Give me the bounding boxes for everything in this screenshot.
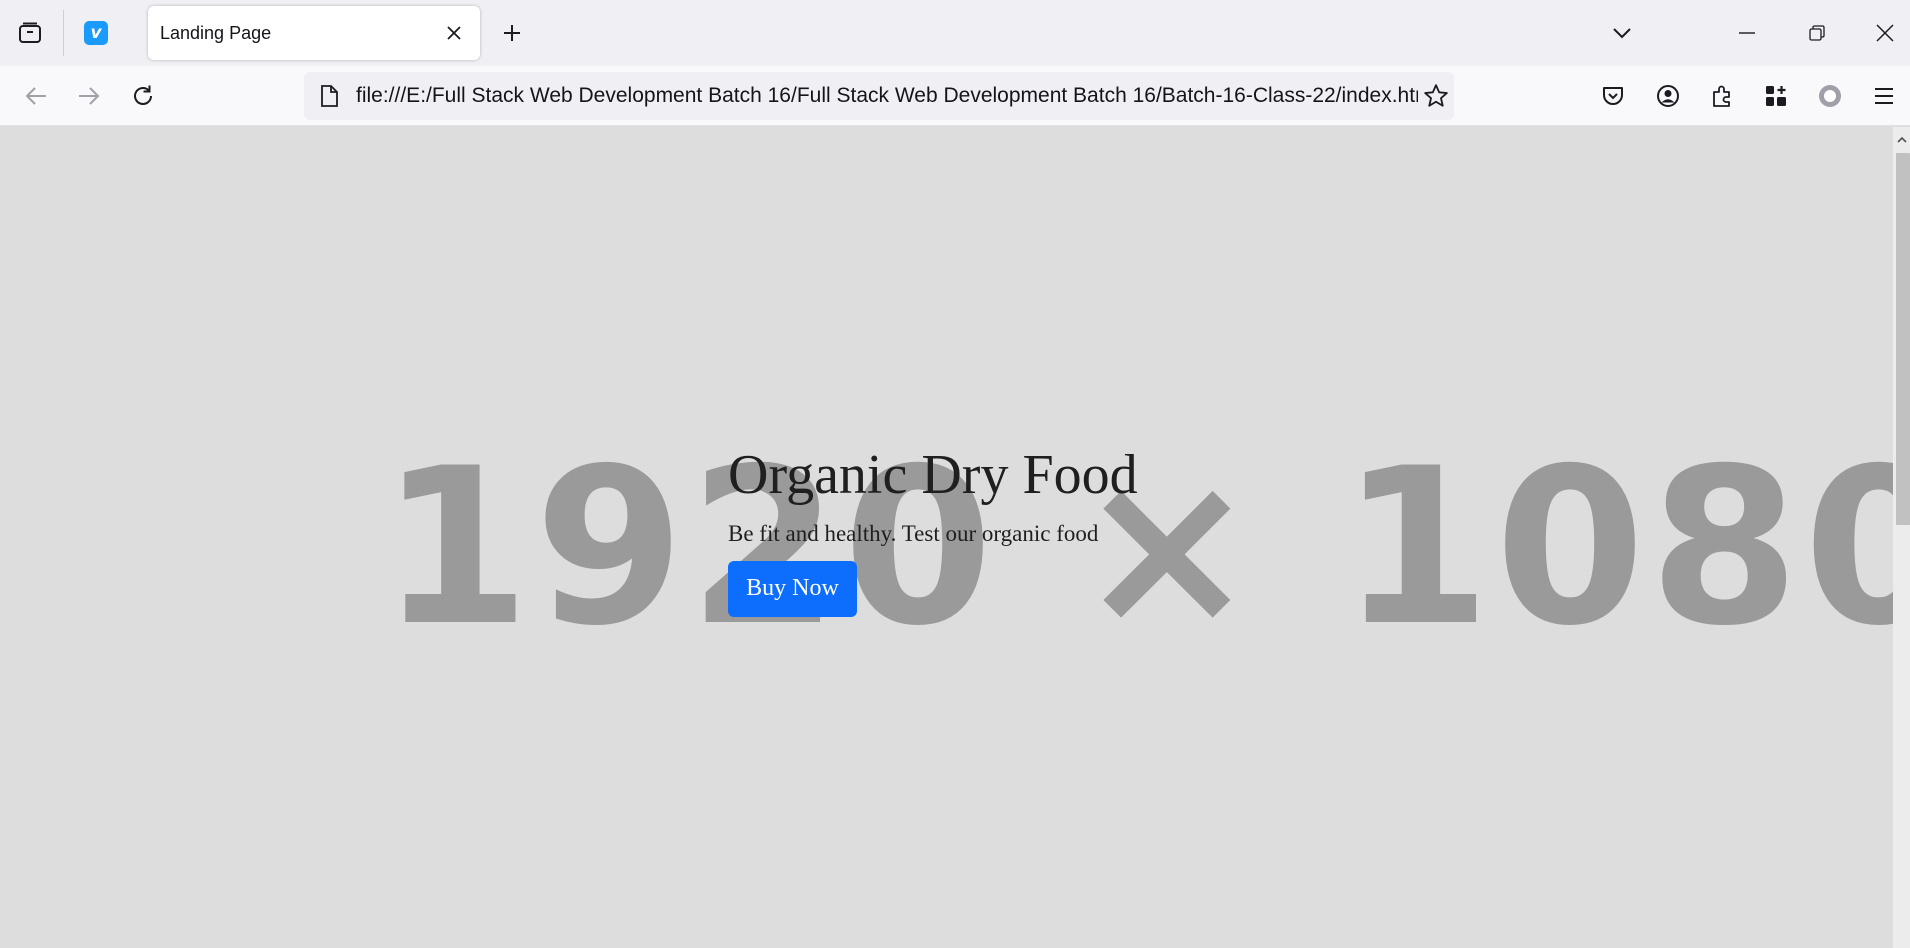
url-text[interactable]: file:///E:/Full Stack Web Development Ba… bbox=[356, 84, 1418, 108]
page-content: 1920 × 1080 Organic Dry Food Be fit and … bbox=[0, 127, 1893, 948]
page-icon bbox=[314, 81, 344, 111]
buy-now-button[interactable]: Buy Now bbox=[728, 560, 857, 617]
close-tab-icon[interactable] bbox=[440, 19, 468, 47]
tab-strip-divider bbox=[63, 10, 64, 56]
apps-button[interactable] bbox=[1756, 76, 1796, 116]
pinned-tab[interactable]: v bbox=[72, 10, 120, 56]
scroll-up-arrow-icon[interactable] bbox=[1893, 131, 1910, 147]
vimeo-icon: v bbox=[84, 21, 108, 45]
tab-landing-page[interactable]: Landing Page bbox=[148, 6, 480, 60]
chevron-down-icon bbox=[1612, 27, 1632, 39]
list-all-tabs-button[interactable] bbox=[1602, 13, 1642, 53]
menu-button[interactable] bbox=[1864, 76, 1904, 116]
address-bar[interactable]: file:///E:/Full Stack Web Development Ba… bbox=[304, 72, 1454, 120]
extensions-icon bbox=[1710, 84, 1734, 108]
scrollbar-thumb[interactable] bbox=[1896, 153, 1910, 525]
record-icon bbox=[1817, 83, 1843, 109]
tab-title: Landing Page bbox=[160, 22, 272, 43]
pocket-button[interactable] bbox=[1593, 76, 1633, 116]
account-icon bbox=[1656, 84, 1680, 108]
extensions-button[interactable] bbox=[1702, 76, 1742, 116]
vertical-scrollbar[interactable] bbox=[1893, 127, 1910, 948]
bookmark-star-icon[interactable] bbox=[1418, 78, 1454, 114]
hero-section: Organic Dry Food Be fit and healthy. Tes… bbox=[728, 444, 1138, 617]
hero-title: Organic Dry Food bbox=[728, 444, 1138, 506]
minimize-icon bbox=[1739, 32, 1755, 34]
apps-icon bbox=[1764, 84, 1788, 108]
account-button[interactable] bbox=[1648, 76, 1688, 116]
restore-button[interactable] bbox=[1792, 13, 1842, 53]
tab-strip: v Landing Page bbox=[0, 0, 1910, 66]
back-arrow-icon bbox=[25, 86, 47, 106]
reload-icon bbox=[131, 84, 155, 108]
reload-button[interactable] bbox=[123, 76, 163, 116]
pocket-icon bbox=[1601, 84, 1625, 108]
forward-button[interactable] bbox=[69, 76, 109, 116]
close-icon bbox=[1876, 24, 1894, 42]
menu-icon bbox=[1874, 87, 1894, 105]
new-tab-button[interactable] bbox=[492, 13, 532, 53]
back-button[interactable] bbox=[16, 76, 56, 116]
navigation-toolbar: file:///E:/Full Stack Web Development Ba… bbox=[0, 66, 1910, 126]
hero-subtitle: Be fit and healthy. Test our organic foo… bbox=[728, 520, 1099, 546]
firefox-view-button[interactable] bbox=[0, 8, 60, 58]
minimize-button[interactable] bbox=[1722, 13, 1772, 53]
firefox-view-icon bbox=[18, 22, 42, 44]
record-button[interactable] bbox=[1810, 76, 1850, 116]
restore-icon bbox=[1809, 25, 1825, 41]
close-window-button[interactable] bbox=[1860, 13, 1910, 53]
forward-arrow-icon bbox=[78, 86, 100, 106]
plus-icon bbox=[502, 23, 522, 43]
